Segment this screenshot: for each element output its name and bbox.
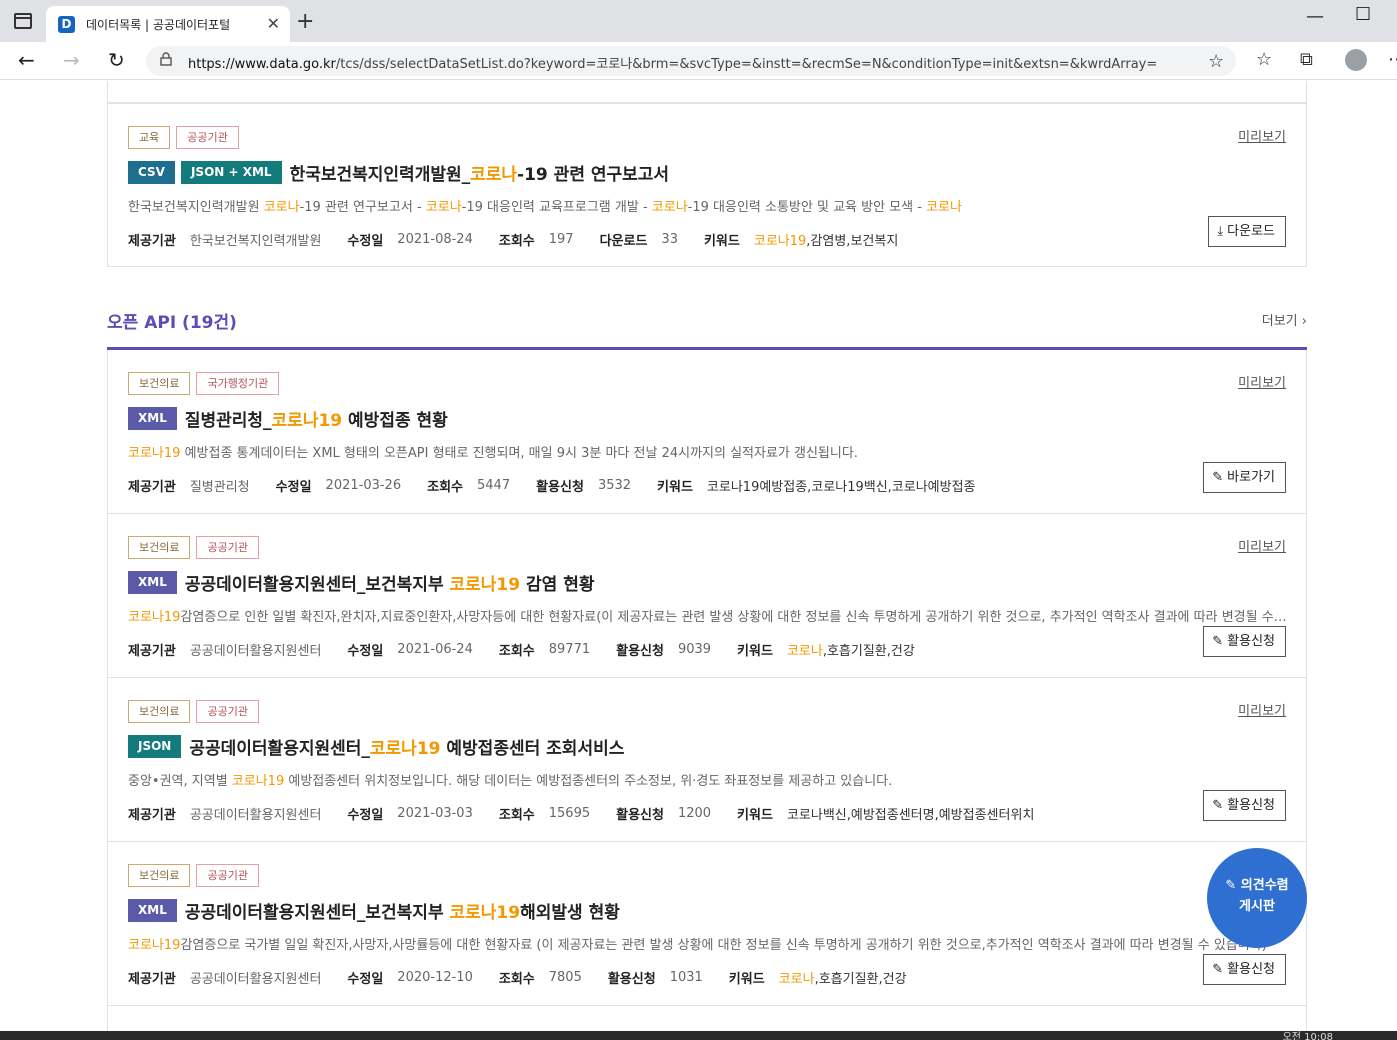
- api-description: 코로나19감염증으로 인한 일별 확진자,완치자,지료중인환자,사망자등에 대한…: [128, 610, 1288, 625]
- tab-title: 데이터목록 | 공공데이터포털: [86, 18, 231, 32]
- api-title[interactable]: 공공데이터활용지원센터_코로나19 예방접종센터 조회서비스: [189, 734, 624, 759]
- tag-list: 보건의료 공공기관: [128, 536, 259, 559]
- lock-icon: [160, 52, 172, 66]
- api-card: 보건의료 공공기관 XML 공공데이터활용지원센터_보건복지부 코로나19해외발…: [107, 842, 1307, 1006]
- category-tag: 보건의료: [128, 372, 191, 395]
- api-card: 보건의료 국가행정기관 미리보기 XML 질병관리청_코로나19 예방접종 현황…: [107, 350, 1307, 514]
- api-meta: 제공기관 질병관리청 수정일 2021-03-26 조회수 5447 활용신청 3532…: [128, 478, 976, 495]
- api-title-row[interactable]: XML 공공데이터활용지원센터_보건복지부 코로나19 감염 현황: [128, 570, 595, 595]
- api-title[interactable]: 공공데이터활용지원센터_보건복지부 코로나19해외발생 현황: [185, 898, 620, 923]
- preview-link[interactable]: 미리보기: [1238, 126, 1286, 145]
- pencil-icon: ✎: [1212, 470, 1224, 485]
- close-tab-icon[interactable]: ✕: [267, 14, 280, 33]
- section-title: 오픈 API (19건): [107, 313, 237, 333]
- new-tab-icon[interactable]: +: [296, 9, 314, 34]
- api-meta: 제공기관 공공데이터활용지원센터 수정일 2020-12-10 조회수 7805 활용…: [128, 970, 907, 987]
- apply-button[interactable]: ✎ 활용신청: [1203, 954, 1286, 985]
- api-title[interactable]: 질병관리청_코로나19 예방접종 현황: [185, 406, 448, 431]
- browser-tab-bar: D 데이터목록 | 공공데이터포털 ✕ + — ☐: [0, 0, 1397, 42]
- tag-list: 교육 공공기관: [128, 126, 239, 149]
- category-tag: 보건의료: [128, 536, 191, 559]
- dataset-title-row[interactable]: CSV JSON + XML 한국보건복지인력개발원_코로나-19 관련 연구보…: [128, 160, 669, 185]
- api-description: 중앙•권역, 지역별 코로나19 예방접종센터 위치정보입니다. 해당 데이터는…: [128, 774, 893, 789]
- page-content: 교육 공공기관 미리보기 CSV JSON + XML 한국보건복지인력개발원_…: [0, 81, 1397, 1031]
- format-badge-csv: CSV: [128, 161, 175, 184]
- format-badge-json: JSON: [128, 735, 182, 758]
- next-card-fragment: [107, 1006, 1307, 1031]
- open-api-section-header: 오픈 API (19건) 더보기 ›: [107, 308, 1307, 348]
- more-link[interactable]: 더보기 ›: [1262, 310, 1307, 329]
- format-badge-xml: XML: [128, 899, 177, 922]
- forward-icon[interactable]: →: [63, 48, 80, 72]
- org-type-tag: 국가행정기관: [196, 372, 280, 395]
- collections-icon[interactable]: ⧉: [1300, 49, 1313, 70]
- format-badge-json-xml: JSON + XML: [180, 161, 282, 184]
- favicon-icon: D: [58, 16, 75, 33]
- url-field[interactable]: https://www.data.go.kr/tcs/dss/selectDat…: [146, 46, 1236, 76]
- preview-link[interactable]: 미리보기: [1238, 700, 1286, 719]
- api-title-row[interactable]: XML 질병관리청_코로나19 예방접종 현황: [128, 406, 448, 431]
- profile-avatar[interactable]: [1345, 49, 1367, 71]
- url-text: https://www.data.go.kr/tcs/dss/selectDat…: [188, 57, 1158, 72]
- tag-list: 보건의료 국가행정기관: [128, 372, 280, 395]
- api-title-row[interactable]: XML 공공데이터활용지원센터_보건복지부 코로나19해외발생 현황: [128, 898, 620, 923]
- browser-tab[interactable]: D 데이터목록 | 공공데이터포털 ✕: [46, 6, 290, 42]
- taskbar: 오전 10:08: [0, 1031, 1397, 1040]
- maximize-icon[interactable]: ☐: [1355, 4, 1371, 25]
- org-type-tag: 공공기관: [196, 700, 259, 723]
- api-card: 보건의료 공공기관 미리보기 JSON 공공데이터활용지원센터_코로나19 예방…: [107, 678, 1307, 842]
- preview-link[interactable]: 미리보기: [1238, 372, 1286, 391]
- api-card: 보건의료 공공기관 미리보기 XML 공공데이터활용지원센터_보건복지부 코로나…: [107, 514, 1307, 678]
- org-type-tag: 공공기관: [176, 126, 239, 149]
- download-button[interactable]: ⤓ 다운로드: [1208, 216, 1286, 247]
- category-tag: 보건의료: [128, 700, 191, 723]
- tab-actions-icon[interactable]: [14, 13, 32, 29]
- download-icon: ⤓: [1217, 224, 1224, 239]
- favorites-icon[interactable]: ☆: [1256, 49, 1272, 70]
- api-meta: 제공기관 공공데이터활용지원센터 수정일 2021-03-03 조회수 15695 활…: [128, 806, 1035, 823]
- dataset-card: 교육 공공기관 미리보기 CSV JSON + XML 한국보건복지인력개발원_…: [107, 103, 1307, 267]
- dataset-title[interactable]: 한국보건복지인력개발원_코로나-19 관련 연구보고서: [290, 160, 670, 185]
- dataset-meta: 제공기관 한국보건복지인력개발원 수정일 2021-08-24 조회수 197 다운로…: [128, 232, 899, 249]
- pencil-icon: ✎: [1212, 798, 1224, 813]
- go-button[interactable]: ✎ 바로가기: [1203, 462, 1286, 493]
- api-title-row[interactable]: JSON 공공데이터활용지원센터_코로나19 예방접종센터 조회서비스: [128, 734, 624, 759]
- format-badge-xml: XML: [128, 571, 177, 594]
- back-icon[interactable]: ←: [18, 48, 35, 72]
- category-tag: 보건의료: [128, 864, 191, 887]
- preview-link[interactable]: 미리보기: [1238, 536, 1286, 555]
- format-badge-xml: XML: [128, 407, 177, 430]
- category-tag: 교육: [128, 126, 171, 149]
- reload-icon[interactable]: ↻: [108, 48, 125, 72]
- taskbar-clock: 오전 10:08: [1282, 1032, 1333, 1040]
- minimize-icon[interactable]: —: [1306, 6, 1324, 27]
- api-description: 코로나19감염증으로 국가별 일일 확진자,사망자,사망률등에 대한 현황자료 …: [128, 938, 1267, 953]
- tag-list: 보건의료 공공기관: [128, 864, 259, 887]
- apply-button[interactable]: ✎ 활용신청: [1203, 790, 1286, 821]
- feedback-board-button[interactable]: ✎ 의견수렴 게시판: [1207, 848, 1307, 948]
- pencil-icon: ✎: [1225, 878, 1241, 893]
- api-meta: 제공기관 공공데이터활용지원센터 수정일 2021-06-24 조회수 89771 활…: [128, 642, 915, 659]
- api-title[interactable]: 공공데이터활용지원센터_보건복지부 코로나19 감염 현황: [185, 570, 595, 595]
- more-menu-icon[interactable]: ⋯: [1388, 49, 1397, 70]
- org-type-tag: 공공기관: [196, 864, 259, 887]
- browser-address-bar: ← → ↻ https://www.data.go.kr/tcs/dss/sel…: [0, 42, 1397, 80]
- api-description: 코로나19 예방접종 통계데이터는 XML 형태의 오픈API 형태로 진행되며…: [128, 446, 858, 461]
- add-favorite-icon[interactable]: ☆: [1208, 51, 1224, 72]
- pencil-icon: ✎: [1212, 634, 1224, 649]
- pencil-icon: ✎: [1212, 962, 1224, 977]
- dataset-description: 한국보건복지인력개발원 코로나-19 관련 연구보고서 - 코로나-19 대응인…: [128, 200, 962, 215]
- org-type-tag: 공공기관: [196, 536, 259, 559]
- apply-button[interactable]: ✎ 활용신청: [1203, 626, 1286, 657]
- previous-card-fragment: [107, 81, 1307, 103]
- tag-list: 보건의료 공공기관: [128, 700, 259, 723]
